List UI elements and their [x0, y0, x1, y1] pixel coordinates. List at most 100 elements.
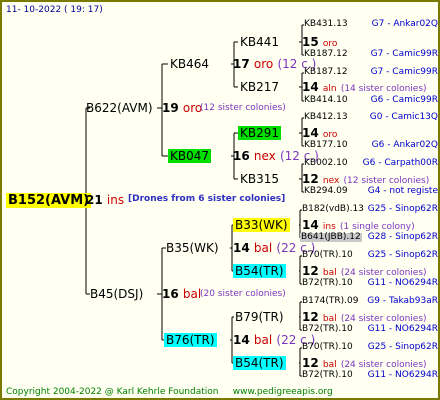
g3-ins-4: nex [322, 176, 340, 186]
g3-number-1: 15 [302, 35, 319, 49]
g4-source-9: G25 - Sinop62R [367, 204, 438, 214]
g2-ins-4: bal [253, 333, 273, 347]
g4-source-4: G6 - Camic99R [370, 95, 438, 105]
g4-queen-3[interactable]: KB187.12 [304, 68, 348, 77]
g3-ins-3: oro [322, 130, 338, 140]
g4-queen-8[interactable]: KB294.09 [304, 187, 348, 196]
g3-queen-5[interactable]: B33(WK) [233, 218, 290, 232]
g1-number-1: 19 [162, 101, 179, 115]
g4-queen-5[interactable]: KB412.13 [304, 113, 348, 122]
root-inbreeding: 21 ins [86, 194, 124, 206]
g4-source-2: G7 - Camic99R [370, 49, 438, 59]
g2-number-2: 16 [233, 149, 250, 163]
g4-queen-15[interactable]: B70(TR).10 [302, 343, 353, 352]
g3-inbreeding-3: 14 oro [302, 127, 337, 140]
g3-queen-1[interactable]: KB441 [240, 36, 279, 48]
g3-note-4: (12 sister colonies) [343, 176, 430, 186]
g3-note-8: (24 sister colonies) [340, 360, 427, 370]
g4-queen-7[interactable]: KB002.10 [304, 159, 348, 168]
g3-inbreeding-6: 12 bal (24 sister colonies) [302, 265, 427, 278]
pedigree-frame: 11- 10-2022 ( 19: 17) Copyright 2004-202… [0, 0, 440, 400]
g4-source-14: G11 - NO6294R [367, 324, 438, 334]
g4-queen-16[interactable]: B72(TR).10 [302, 371, 353, 380]
root-ins: ins [106, 193, 125, 207]
report-date: 11- 10-2022 ( 19: 17) [6, 5, 103, 15]
g2-queen-2[interactable]: KB047 [168, 149, 212, 163]
g1-queen-1[interactable]: B622(AVM) [86, 102, 153, 114]
g4-source-16: G11 - NO6294R [367, 370, 438, 380]
g3-number-5: 14 [302, 218, 319, 232]
g3-note-5: (1 single colony) [339, 222, 415, 232]
g4-queen-14[interactable]: B72(TR).10 [302, 325, 353, 334]
g4-source-13: G9 - Takab93aR [367, 296, 438, 306]
g2-queen-3[interactable]: B35(WK) [166, 242, 219, 254]
g1-inbreeding-2: 16 bal [162, 288, 201, 300]
g3-number-4: 12 [302, 172, 319, 186]
root-number: 21 [86, 193, 103, 207]
g4-queen-10[interactable]: B641(JBB).12 [300, 233, 362, 242]
g3-ins-6: bal [322, 268, 337, 278]
g2-ins-3: bal [253, 241, 273, 255]
g4-queen-12[interactable]: B72(TR).10 [302, 279, 353, 288]
g1-queen-2[interactable]: B45(DSJ) [90, 288, 143, 300]
g4-source-15: G25 - Sinop62R [367, 342, 438, 352]
root-note: [Drones from 6 sister colonies] [128, 194, 286, 204]
g2-number-4: 14 [233, 333, 250, 347]
g4-queen-11[interactable]: B70(TR).10 [302, 251, 353, 260]
g4-source-12: G11 - NO6294R [367, 278, 438, 288]
g4-source-6: G6 - Ankar02Q [371, 140, 438, 150]
g4-queen-9[interactable]: B182(vdB).13 [302, 205, 364, 214]
g3-queen-2[interactable]: KB217 [240, 81, 279, 93]
g3-ins-7: bal [322, 314, 337, 324]
site-link[interactable]: www.pedigreeapis.org [233, 387, 333, 397]
g4-queen-13[interactable]: B174(TR).09 [302, 297, 358, 306]
g3-queen-3[interactable]: KB291 [238, 126, 282, 140]
g3-inbreeding-5: 14 ins (1 single colony) [302, 219, 415, 232]
root-queen[interactable]: B152(AVM) [6, 193, 92, 208]
g4-queen-1[interactable]: KB431.13 [304, 20, 348, 29]
g4-source-1: G7 - Ankar02Q [371, 19, 438, 29]
g2-queen-1[interactable]: KB464 [170, 58, 209, 70]
g1-inbreeding-1: 19 oro [162, 102, 202, 114]
g3-number-8: 12 [302, 356, 319, 370]
g4-queen-2[interactable]: KB187.12 [304, 50, 348, 59]
g3-inbreeding-8: 12 bal (24 sister colonies) [302, 357, 427, 370]
g2-number-3: 14 [233, 241, 250, 255]
g3-note-6: (24 sister colonies) [340, 268, 427, 278]
g3-ins-8: bal [322, 360, 337, 370]
g3-inbreeding-7: 12 bal (24 sister colonies) [302, 311, 427, 324]
g4-source-7: G6 - Carpath00R [362, 158, 438, 168]
g4-source-10: G28 - Sinop62R [367, 232, 438, 242]
g1-number-2: 16 [162, 287, 179, 301]
g3-inbreeding-1: 15 oro [302, 36, 337, 49]
g2-queen-4[interactable]: B76(TR) [164, 333, 217, 347]
g3-number-7: 12 [302, 310, 319, 324]
copyright-text: Copyright 2004-2022 @ Karl Kehrle Founda… [6, 387, 219, 397]
g3-ins-2: aln [322, 84, 337, 94]
g3-note-2: (14 sister colonies) [340, 84, 427, 94]
g4-queen-4[interactable]: KB414.10 [304, 96, 348, 105]
g3-ins-1: oro [322, 39, 338, 49]
g3-number-6: 12 [302, 264, 319, 278]
g2-ins-1: oro [253, 57, 274, 71]
footer: Copyright 2004-2022 @ Karl Kehrle Founda… [6, 388, 333, 397]
g4-source-11: G25 - Sinop62R [367, 250, 438, 260]
g3-number-2: 14 [302, 80, 319, 94]
g2-number-1: 17 [233, 57, 250, 71]
g2-ins-2: nex [253, 149, 276, 163]
g3-inbreeding-2: 14 aln (14 sister colonies) [302, 81, 427, 94]
g3-queen-4[interactable]: KB315 [240, 173, 279, 185]
g1-note-1: (12 sister colonies) [200, 103, 286, 113]
g3-queen-6[interactable]: B54(TR) [233, 264, 286, 278]
g3-note-7: (24 sister colonies) [340, 314, 427, 324]
g4-source-8: G4 - not registe [367, 186, 438, 196]
g4-source-3: G7 - Camic99R [370, 67, 438, 77]
g4-queen-6[interactable]: KB177.10 [304, 141, 348, 150]
g3-ins-5: ins [322, 222, 336, 232]
g3-inbreeding-4: 12 nex (12 sister colonies) [302, 173, 429, 186]
g3-queen-7[interactable]: B79(TR) [235, 311, 284, 323]
g1-note-2: (20 sister colonies) [200, 289, 286, 299]
g4-source-5: G0 - Camic13Q [369, 112, 438, 122]
g1-ins-2: bal [182, 287, 202, 301]
g3-queen-8[interactable]: B54(TR) [233, 356, 286, 370]
